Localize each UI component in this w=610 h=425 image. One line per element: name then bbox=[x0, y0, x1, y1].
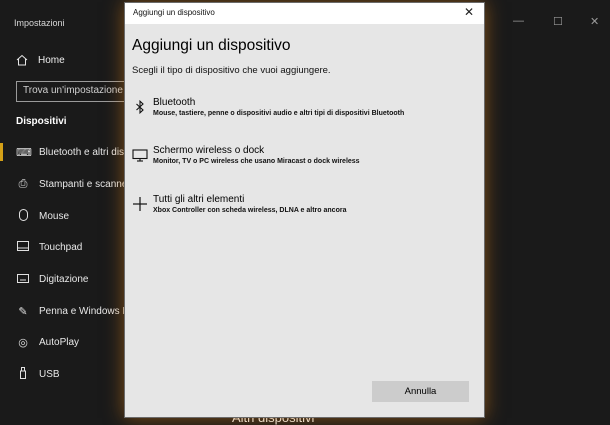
option-wireless-display[interactable]: Schermo wireless o dock Monitor, TV o PC… bbox=[129, 145, 479, 179]
option-title: Tutti gli altri elementi bbox=[153, 194, 245, 205]
settings-app-title: Impostazioni bbox=[14, 18, 65, 28]
monitor-icon bbox=[131, 146, 149, 164]
maximize-button[interactable]: ☐ bbox=[553, 15, 563, 28]
cancel-button[interactable]: Annulla bbox=[372, 381, 469, 402]
dialog-titlebar: Aggiungi un dispositivo ✕ bbox=[125, 3, 484, 24]
option-description: Mouse, tastiere, penne o dispositivi aud… bbox=[153, 110, 405, 117]
dialog-subtitle: Scegli il tipo di dispositivo che vuoi a… bbox=[132, 65, 331, 76]
usb-icon bbox=[16, 366, 30, 382]
option-everything-else[interactable]: Tutti gli altri elementi Xbox Controller… bbox=[129, 194, 479, 228]
autoplay-icon: ◎ bbox=[18, 335, 28, 349]
add-device-dialog: Aggiungi un dispositivo ✕ Aggiungi un di… bbox=[124, 2, 485, 418]
sidebar-item-label: Digitazione bbox=[39, 273, 89, 285]
sidebar-item-label: Touchpad bbox=[39, 241, 83, 253]
dialog-close-button[interactable]: ✕ bbox=[464, 5, 474, 19]
option-title: Schermo wireless o dock bbox=[153, 145, 265, 156]
sidebar-item-label: Stampanti e scanner bbox=[39, 178, 131, 190]
pen-icon: ✎ bbox=[18, 304, 28, 318]
option-bluetooth[interactable]: Bluetooth Mouse, tastiere, penne o dispo… bbox=[129, 97, 479, 131]
option-title: Bluetooth bbox=[153, 97, 196, 108]
dialog-heading: Aggiungi un dispositivo bbox=[132, 37, 291, 54]
nav-section-title: Dispositivi bbox=[16, 116, 67, 127]
minimize-button[interactable]: — bbox=[513, 15, 524, 27]
nav-home[interactable]: Home bbox=[16, 54, 65, 66]
touchpad-icon bbox=[16, 240, 30, 254]
sidebar-item-label: AutoPlay bbox=[39, 336, 80, 348]
printer-icon: ⎙ bbox=[18, 177, 28, 190]
bluetooth-icon bbox=[131, 98, 149, 116]
bluetooth-devices-icon: ⌨ bbox=[16, 145, 32, 159]
dialog-window-title: Aggiungi un dispositivo bbox=[133, 8, 215, 17]
home-icon bbox=[16, 54, 28, 66]
option-description: Monitor, TV o PC wireless che usano Mira… bbox=[153, 158, 360, 165]
mouse-icon bbox=[16, 208, 30, 224]
keyboard-icon bbox=[16, 273, 30, 286]
sidebar-item-label: Penna e Windows Ink bbox=[39, 305, 136, 317]
plus-icon bbox=[131, 195, 149, 213]
window-close-button[interactable]: ✕ bbox=[590, 15, 599, 28]
sidebar-item-label: USB bbox=[39, 368, 60, 380]
sidebar-item-label: Mouse bbox=[39, 210, 70, 222]
nav-home-label: Home bbox=[38, 54, 65, 66]
option-description: Xbox Controller con scheda wireless, DLN… bbox=[153, 207, 347, 214]
